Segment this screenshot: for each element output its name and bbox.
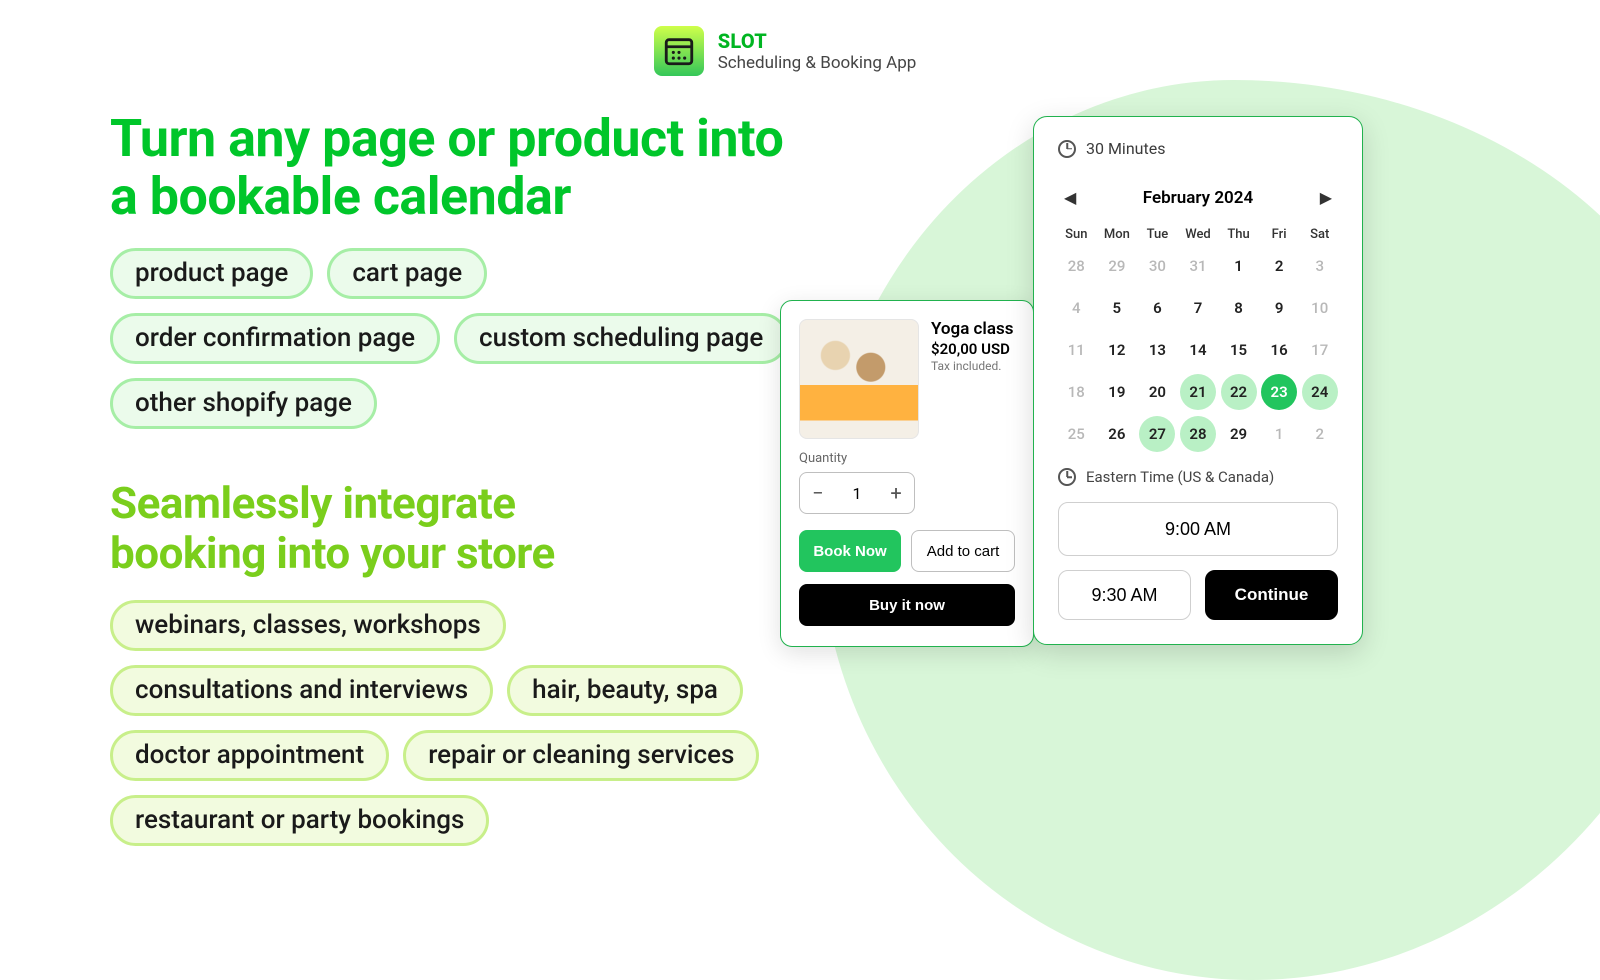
- headline-1-line1: Turn any page or product into: [110, 108, 783, 169]
- calendar-day[interactable]: 23: [1261, 374, 1297, 410]
- calendar-day[interactable]: 7: [1180, 290, 1216, 326]
- calendar-day[interactable]: 16: [1261, 332, 1297, 368]
- product-image: [799, 319, 919, 439]
- quantity-stepper[interactable]: − 1 +: [799, 472, 915, 514]
- clock-icon: [1058, 468, 1076, 486]
- product-tax: Tax included.: [931, 359, 1013, 373]
- calendar-day[interactable]: 13: [1139, 332, 1175, 368]
- calendar-day: 18: [1058, 374, 1094, 410]
- calendar-day: 10: [1302, 290, 1338, 326]
- qty-value: 1: [853, 484, 862, 503]
- calendar-grid: SunMonTueWedThuFriSat2829303112345678910…: [1058, 227, 1338, 452]
- buy-it-now-button[interactable]: Buy it now: [799, 584, 1015, 626]
- calendar-day[interactable]: 20: [1139, 374, 1175, 410]
- usecase-pill: hair, beauty, spa: [507, 665, 743, 716]
- calendar-icon: [662, 34, 696, 68]
- calendar-day[interactable]: 28: [1180, 416, 1216, 452]
- calendar-day[interactable]: 5: [1099, 290, 1135, 326]
- calendar-day: 1: [1261, 416, 1297, 452]
- calendar-day: 25: [1058, 416, 1094, 452]
- calendar-day[interactable]: 29: [1221, 416, 1257, 452]
- calendar-day: 11: [1058, 332, 1094, 368]
- month-label: February 2024: [1143, 188, 1253, 208]
- duration-label: 30 Minutes: [1086, 139, 1165, 158]
- calendar-day: 31: [1180, 248, 1216, 284]
- product-price: $20,00 USD: [931, 340, 1013, 358]
- app-header: SLOT Scheduling & Booking App: [0, 0, 1600, 76]
- calendar-day[interactable]: 8: [1221, 290, 1257, 326]
- product-title: Yoga class: [931, 319, 1013, 339]
- timeslot-2-button[interactable]: 9:30 AM: [1058, 570, 1191, 620]
- calendar-day: 4: [1058, 290, 1094, 326]
- timeslot-1-button[interactable]: 9:00 AM: [1058, 502, 1338, 556]
- app-logo: [654, 26, 704, 76]
- calendar-day[interactable]: 15: [1221, 332, 1257, 368]
- page-pill: other shopify page: [110, 378, 377, 429]
- calendar-day[interactable]: 19: [1099, 374, 1135, 410]
- app-name: SLOT: [718, 29, 917, 53]
- calendar-day[interactable]: 6: [1139, 290, 1175, 326]
- qty-minus-button[interactable]: −: [800, 481, 836, 505]
- calendar-day[interactable]: 9: [1261, 290, 1297, 326]
- next-month-button[interactable]: ▶: [1314, 184, 1338, 211]
- headline-1-line2: a bookable calendar: [110, 166, 571, 227]
- calendar-day: 28: [1058, 248, 1094, 284]
- weekday-label: Sun: [1058, 227, 1095, 242]
- calendar-day[interactable]: 21: [1180, 374, 1216, 410]
- page-pill: cart page: [327, 248, 487, 299]
- calendar-day[interactable]: 26: [1099, 416, 1135, 452]
- page-pill: order confirmation page: [110, 313, 440, 364]
- add-to-cart-button[interactable]: Add to cart: [911, 530, 1015, 572]
- product-card: Yoga class $20,00 USD Tax included. Quan…: [780, 300, 1034, 647]
- headline-1: Turn any page or product into a bookable…: [110, 110, 830, 226]
- weekday-label: Thu: [1220, 227, 1257, 242]
- usecase-pill: restaurant or party bookings: [110, 795, 489, 846]
- weekday-label: Mon: [1099, 227, 1136, 242]
- calendar-card: 30 Minutes ◀ February 2024 ▶ Sun MonTue We…: [1033, 116, 1363, 645]
- headline-2-line2: booking into your store: [110, 527, 555, 579]
- calendar-day[interactable]: 27: [1139, 416, 1175, 452]
- calendar-day: 29: [1099, 248, 1135, 284]
- app-title-block: SLOT Scheduling & Booking App: [718, 29, 917, 73]
- calendar-day: 3: [1302, 248, 1338, 284]
- headline-2: Seamlessly integrate booking into your s…: [110, 479, 830, 578]
- weekday-label: Wed: [1180, 227, 1217, 242]
- book-now-button[interactable]: Book Now: [799, 530, 901, 572]
- quantity-label: Quantity: [799, 451, 1015, 466]
- usecase-pill: doctor appointment: [110, 730, 389, 781]
- page-pill: custom scheduling page: [454, 313, 788, 364]
- usecase-pill: consultations and interviews: [110, 665, 493, 716]
- calendar-day[interactable]: 24: [1302, 374, 1338, 410]
- calendar-day[interactable]: 1: [1221, 248, 1257, 284]
- weekday-label: Sat: [1301, 227, 1338, 242]
- continue-button[interactable]: Continue: [1205, 570, 1338, 620]
- calendar-day: 17: [1302, 332, 1338, 368]
- clock-icon: [1058, 140, 1076, 158]
- pill-group-pages: product page cart page order confirmation …: [110, 248, 830, 429]
- prev-month-button[interactable]: ◀: [1058, 184, 1082, 211]
- weekday-label: Fri: [1261, 227, 1298, 242]
- page-pill: product page: [110, 248, 313, 299]
- calendar-day[interactable]: 12: [1099, 332, 1135, 368]
- calendar-day[interactable]: 2: [1261, 248, 1297, 284]
- usecase-pill: repair or cleaning services: [403, 730, 759, 781]
- pill-group-usecases: webinars, classes, workshops consultation…: [110, 600, 830, 846]
- calendar-day[interactable]: 22: [1221, 374, 1257, 410]
- calendar-day: 2: [1302, 416, 1338, 452]
- headline-2-line1: Seamlessly integrate: [110, 477, 516, 529]
- weekday-label: Tue: [1139, 227, 1176, 242]
- qty-plus-button[interactable]: +: [878, 481, 914, 505]
- app-tagline: Scheduling & Booking App: [718, 53, 917, 73]
- calendar-day[interactable]: 14: [1180, 332, 1216, 368]
- usecase-pill: webinars, classes, workshops: [110, 600, 506, 651]
- timezone-label: Eastern Time (US & Canada): [1086, 468, 1274, 486]
- marketing-copy: Turn any page or product into a bookable…: [110, 110, 830, 846]
- calendar-day: 30: [1139, 248, 1175, 284]
